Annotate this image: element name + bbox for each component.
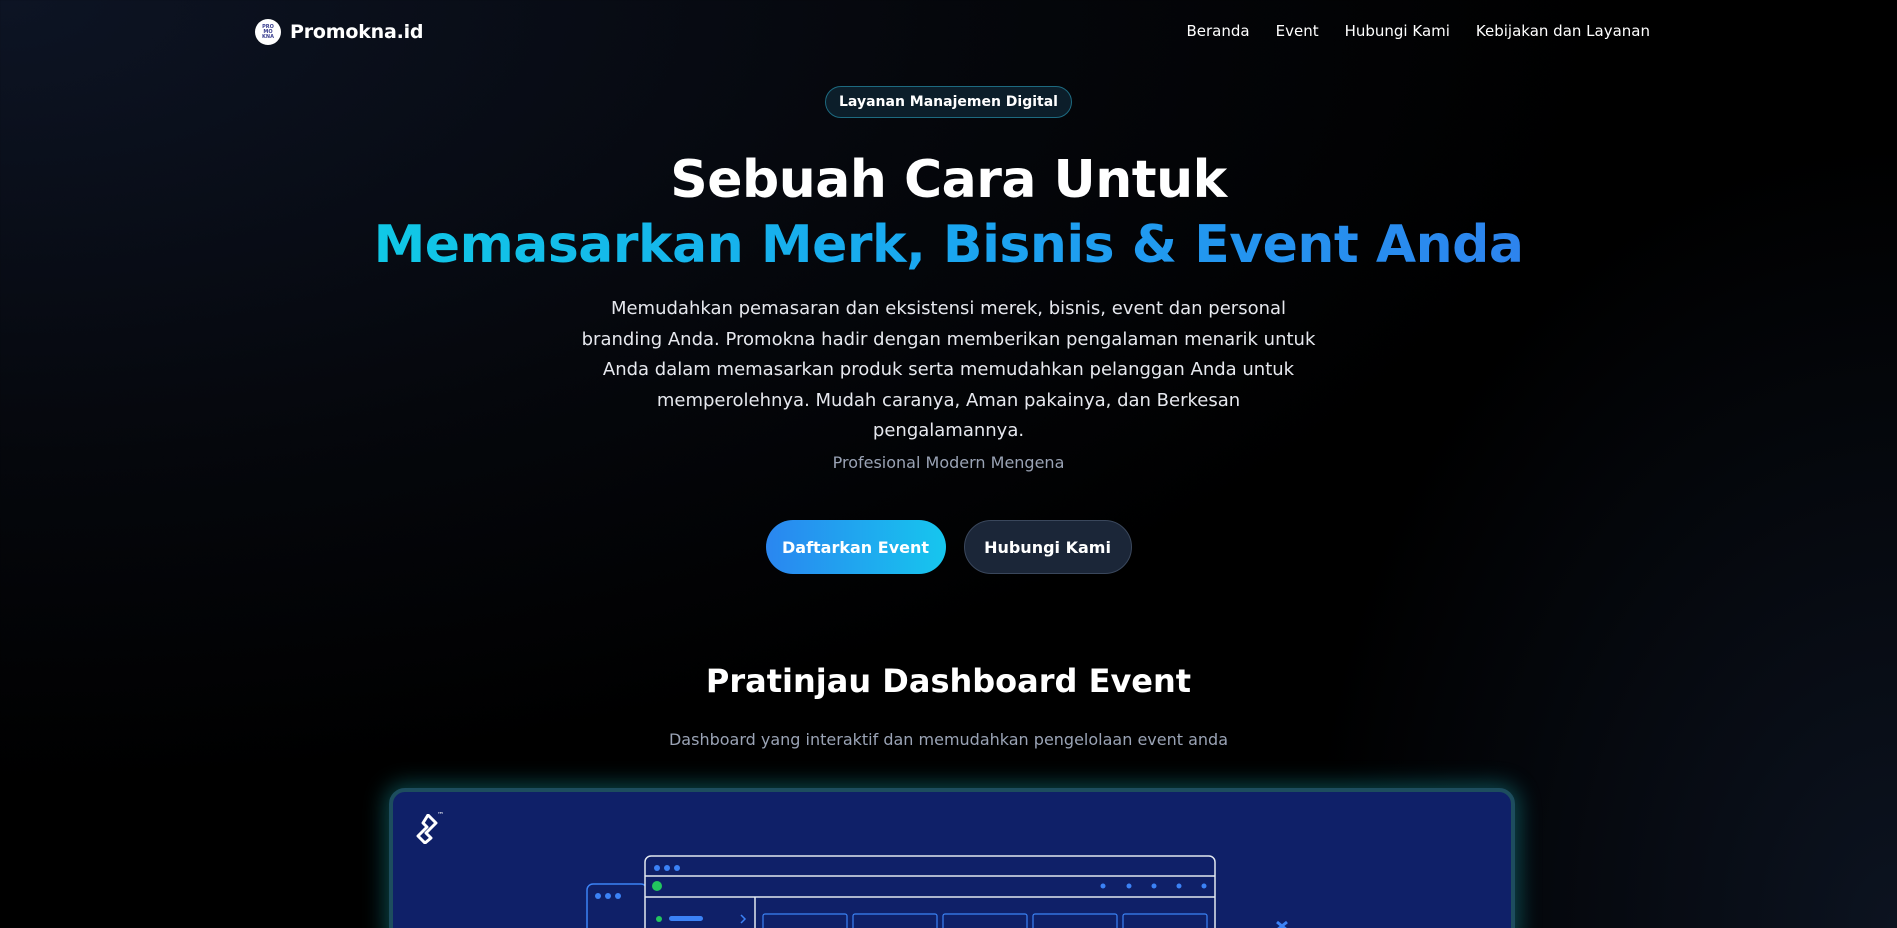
dashboard-illustration <box>586 855 1288 928</box>
hero-title: Sebuah Cara Untuk <box>0 149 1897 211</box>
hero-tagline: Profesional Modern Mengena <box>832 453 1065 472</box>
preview-section-subtitle: Dashboard yang interaktif dan memudahkan… <box>668 730 1228 749</box>
hero-buttons: Daftarkan Event Hubungi Kami <box>0 520 1897 574</box>
brand[interactable]: PRO MO KNA Promokna.id <box>255 19 424 45</box>
preview-subtitle-row: Dashboard yang interaktif dan memudahkan… <box>0 730 1897 749</box>
top-navbar: PRO MO KNA Promokna.id Beranda Event Hub… <box>0 0 1897 64</box>
brand-name: Promokna.id <box>290 21 424 43</box>
nav-links: Beranda Event Hubungi Kami Kebijakan dan… <box>1187 22 1651 40</box>
register-event-button[interactable]: Daftarkan Event <box>765 520 946 574</box>
preview-section-title: Pratinjau Dashboard Event <box>705 662 1192 700</box>
nav-link-event[interactable]: Event <box>1276 22 1319 40</box>
hero-title-line-1: Sebuah Cara Untuk <box>670 150 1227 210</box>
hero-tagline-row: Profesional Modern Mengena <box>0 453 1897 472</box>
hero-badge-row: Layanan Manajemen Digital <box>0 86 1897 118</box>
nav-link-kebijakan[interactable]: Kebijakan dan Layanan <box>1476 22 1650 40</box>
nav-link-hubungi-kami[interactable]: Hubungi Kami <box>1345 22 1450 40</box>
hero-description-row: Memudahkan pemasaran dan eksistensi mere… <box>0 294 1897 447</box>
hero-title-accent-row: Memasarkan Merk, Bisnis & Event Anda <box>0 214 1897 288</box>
brand-logo-line-3: KNA <box>262 33 274 40</box>
contact-us-button[interactable]: Hubungi Kami <box>963 520 1132 574</box>
dashboard-preview: ™ <box>389 788 1515 928</box>
hero-badge: Layanan Manajemen Digital <box>825 86 1072 118</box>
nav-link-beranda[interactable]: Beranda <box>1187 22 1250 40</box>
brand-logo-icon: PRO MO KNA <box>255 19 281 45</box>
preview-heading-row: Pratinjau Dashboard Event <box>0 662 1897 700</box>
hero-description: Memudahkan pemasaran dan eksistensi mere… <box>581 298 1316 441</box>
hero-title-line-2: Memasarkan Merk, Bisnis & Event Anda <box>373 215 1524 275</box>
